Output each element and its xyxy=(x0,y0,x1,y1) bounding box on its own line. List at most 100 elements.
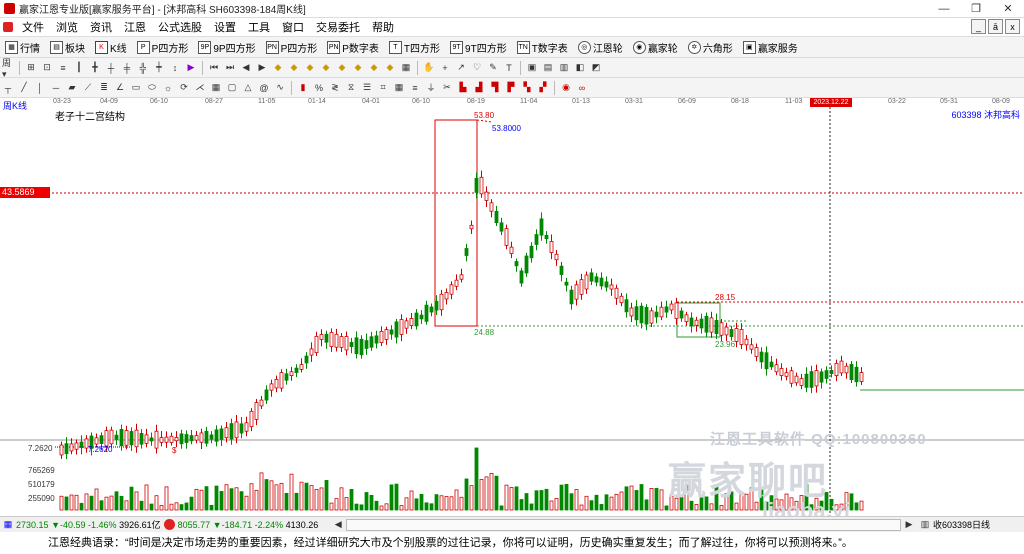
draw-tools-icon[interactable]: ┬ xyxy=(2,82,14,94)
save-icon[interactable]: ▣ xyxy=(526,62,538,74)
period-select-icon[interactable]: 周▾ xyxy=(2,58,14,79)
forward-icon[interactable]: ▶ xyxy=(256,62,268,74)
zoom-icon[interactable]: ⊡ xyxy=(41,62,53,74)
calendar-icon[interactable]: ▦ xyxy=(393,82,405,94)
flag-icon[interactable]: ▶ xyxy=(185,62,197,74)
menu-gann[interactable]: 江恩 xyxy=(118,19,152,35)
toolbar-t-table[interactable]: TN T数字表 xyxy=(516,40,568,55)
crosshair-icon[interactable]: + xyxy=(439,62,451,74)
next-icon[interactable]: ⏭ xyxy=(224,62,236,74)
table-icon[interactable]: ▥ xyxy=(558,62,570,74)
stack-icon[interactable]: ╪ xyxy=(121,62,133,74)
chart-red-icon-4[interactable]: ▛ xyxy=(505,82,517,94)
diamond-icon-3[interactable]: ◆ xyxy=(304,62,316,74)
kline-chart[interactable]: 53.80 53.8000 24.88 28.15 23.96 7.2620 $ xyxy=(0,107,1024,516)
chart-red-icon-2[interactable]: ▟ xyxy=(473,82,485,94)
toolbar-9p-square[interactable]: 9P 9P四方形 xyxy=(198,40,256,55)
toolbar-gann-wheel[interactable]: ◎ 江恩轮 xyxy=(577,40,623,55)
triangle-icon[interactable]: △ xyxy=(242,82,254,94)
line-tool-icon[interactable]: ╱ xyxy=(18,82,30,94)
indicator-icon[interactable]: ≡ xyxy=(57,62,69,74)
diamond-icon-4[interactable]: ◆ xyxy=(320,62,332,74)
chart-red-icon-6[interactable]: ▞ xyxy=(537,82,549,94)
fan-icon[interactable]: ╬ xyxy=(137,62,149,74)
multi-icon[interactable]: ◩ xyxy=(590,62,602,74)
angle-icon[interactable]: ∠ xyxy=(114,82,126,94)
candle-icon[interactable]: ┃ xyxy=(73,62,85,74)
vertical-line-icon[interactable]: │ xyxy=(34,82,46,94)
chart-red-icon[interactable]: ▙ xyxy=(457,82,469,94)
diamond-icon-7[interactable]: ◆ xyxy=(368,62,380,74)
menu-browse[interactable]: 浏览 xyxy=(50,19,84,35)
mirror-icon[interactable]: ⧖ xyxy=(345,82,357,94)
square-tool-icon[interactable]: ▢ xyxy=(226,82,238,94)
stack2-icon[interactable]: ☰ xyxy=(361,82,373,94)
sz-icon[interactable] xyxy=(163,519,175,530)
cycle-icon[interactable]: ⟳ xyxy=(178,82,190,94)
toolbar-p-square[interactable]: P P四方形 xyxy=(136,40,188,55)
toolbar-winner-wheel[interactable]: ◉ 赢家轮 xyxy=(632,40,678,55)
grid-tool-icon[interactable]: ▦ xyxy=(400,62,412,74)
menu-trade[interactable]: 交易委托 xyxy=(310,19,366,35)
mdi-close-button[interactable]: x xyxy=(1005,19,1020,34)
zigzag-icon[interactable]: ≷ xyxy=(329,82,341,94)
diamond-icon-8[interactable]: ◆ xyxy=(384,62,396,74)
spiral-icon[interactable]: @ xyxy=(258,82,270,94)
toolbar-service[interactable]: ▣ 赢家服务 xyxy=(742,40,798,55)
ellipse-icon[interactable]: ⬭ xyxy=(146,82,158,94)
horizontal-line-icon[interactable]: ─ xyxy=(50,82,62,94)
toolbar-p-table[interactable]: PN P数字表 xyxy=(327,40,379,55)
menu-window[interactable]: 窗口 xyxy=(276,19,310,35)
channel-icon[interactable]: ▰ xyxy=(66,82,78,94)
fibonacci-icon[interactable]: ≣ xyxy=(98,82,110,94)
pattern-icon[interactable]: ⌗ xyxy=(377,82,389,94)
bar-chart-icon[interactable]: ▮ xyxy=(297,82,309,94)
toolbar-blocks[interactable]: ▤ 板块 xyxy=(50,40,85,55)
wave-icon[interactable]: ∿ xyxy=(274,82,286,94)
box-icon[interactable]: ▭ xyxy=(130,82,142,94)
gann-line-icon[interactable]: ⟋ xyxy=(82,82,94,94)
diamond-icon-6[interactable]: ◆ xyxy=(352,62,364,74)
trendline-icon[interactable]: ↗ xyxy=(455,62,467,74)
diamond-icon-2[interactable]: ◆ xyxy=(288,62,300,74)
chart-red-icon-5[interactable]: ▚ xyxy=(521,82,533,94)
print-icon[interactable]: ▤ xyxy=(542,62,554,74)
ruler-icon[interactable]: ┿ xyxy=(153,62,165,74)
horizontal-scrollbar[interactable] xyxy=(346,518,901,531)
menu-formula[interactable]: 公式选股 xyxy=(152,19,208,35)
market-icon[interactable]: ▦ xyxy=(2,519,14,531)
ladder-icon[interactable]: ≡ xyxy=(409,82,421,94)
toolbar-quotes[interactable]: ▦ 行情 xyxy=(5,40,40,55)
menu-tools[interactable]: 工具 xyxy=(242,19,276,35)
toolbar-hexagon[interactable]: ✡ 六角形 xyxy=(687,40,733,55)
pen-icon[interactable]: ✎ xyxy=(487,62,499,74)
first-icon[interactable]: ⏮ xyxy=(208,62,220,74)
app-menu-icon[interactable] xyxy=(3,22,13,32)
mdi-restore-button[interactable]: ā xyxy=(988,19,1003,34)
arrow-icon[interactable]: ↕ xyxy=(169,62,181,74)
toolbar-t-square[interactable]: T T四方形 xyxy=(388,40,440,55)
toolbar-kline[interactable]: K K线 xyxy=(95,40,127,55)
sun-icon[interactable]: ☼ xyxy=(162,82,174,94)
menu-news[interactable]: 资讯 xyxy=(84,19,118,35)
compare-icon[interactable]: ◧ xyxy=(574,62,586,74)
infinity-icon[interactable]: ∞ xyxy=(576,82,588,94)
percent-icon[interactable]: % xyxy=(313,82,325,94)
scissors-icon[interactable]: ✂ xyxy=(441,82,453,94)
hand-icon[interactable]: ✋ xyxy=(423,62,435,74)
toolbar-pn-square[interactable]: PN P四方形 xyxy=(265,40,317,55)
text-icon[interactable]: T xyxy=(503,62,515,74)
chart-small-icon[interactable]: ▥ xyxy=(919,519,931,531)
scroll-left-icon[interactable]: ◀ xyxy=(332,519,344,531)
chart-red-icon-3[interactable]: ▜ xyxy=(489,82,501,94)
color-icon[interactable]: ◉ xyxy=(560,82,572,94)
line-icon[interactable]: ┼ xyxy=(105,62,117,74)
toolbar-9t-square[interactable]: 9T 9T四方形 xyxy=(450,40,507,55)
diamond-icon-5[interactable]: ◆ xyxy=(336,62,348,74)
bar-icon[interactable]: ╋ xyxy=(89,62,101,74)
cup-icon[interactable]: ♡ xyxy=(471,62,483,74)
menu-file[interactable]: 文件 xyxy=(16,19,50,35)
diamond-icon-1[interactable]: ◆ xyxy=(272,62,284,74)
grid2-icon[interactable]: ▦ xyxy=(210,82,222,94)
filter-icon[interactable]: ⏚ xyxy=(425,82,437,94)
